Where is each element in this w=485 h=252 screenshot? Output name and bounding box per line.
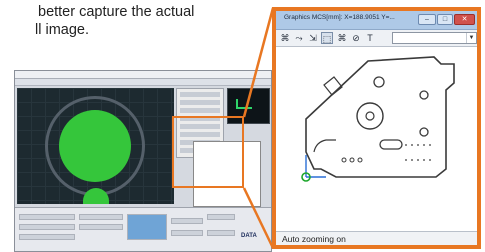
window-titlebar[interactable]: Graphics MCS[mm]: X=188.9051 Y=... – □ ✕ (276, 11, 477, 30)
part-dot-row-bottom (405, 159, 431, 161)
part-arc-left (313, 139, 336, 153)
zoom-extents-icon[interactable]: ⌘ (336, 32, 348, 44)
part-drawing (301, 56, 455, 182)
pan-icon[interactable]: ⤳ (293, 32, 305, 44)
graphics-window: Graphics MCS[mm]: X=188.9051 Y=... – □ ✕… (272, 7, 481, 249)
chevron-down-icon[interactable]: ▼ (466, 33, 476, 43)
status-text: Auto zooming on (282, 234, 346, 244)
part-small-holes (341, 157, 363, 163)
caption-line-2: ll image. (35, 22, 89, 38)
bg-menubar (15, 71, 271, 79)
zoom-callout-box (172, 116, 244, 188)
part-hole-center-inner (365, 111, 375, 121)
zoom-window-icon[interactable]: ⬚ (321, 32, 333, 44)
bg-camera-view (17, 88, 174, 204)
part-hole-top (373, 76, 385, 88)
fit-view-icon[interactable]: ⌘ (279, 32, 291, 44)
maximize-button[interactable]: □ (437, 14, 453, 25)
part-dot-row-top (405, 144, 431, 146)
bg-bottom-panel (15, 207, 271, 251)
bg-data-logo: DATA (241, 233, 257, 239)
zoom-select[interactable]: ▼ (392, 32, 477, 44)
window-title: Graphics MCS[mm]: X=188.9051 Y=... (284, 14, 395, 21)
measure-icon[interactable]: ⊘ (350, 32, 362, 44)
part-hole-right-bottom (419, 127, 429, 137)
part-slot-bottom (379, 139, 403, 150)
bg-toolbar (15, 79, 271, 86)
select-icon[interactable]: ⇲ (307, 32, 319, 44)
part-outline (305, 56, 455, 178)
status-bar: Auto zooming on (276, 231, 477, 245)
part-slot-left (323, 76, 343, 96)
graphics-canvas[interactable] (276, 47, 477, 231)
part-hole-right-top (419, 90, 429, 100)
caption-text: better capture the actual ll image. (0, 3, 280, 39)
graphics-toolbar: ⌘ ⤳ ⇲ ⬚ ⌘ ⊘ T ▼ (276, 30, 477, 47)
caption-line-1: better capture the actual (38, 4, 195, 20)
text-icon[interactable]: T (364, 32, 376, 44)
part-hole-center (356, 102, 384, 130)
minimize-button[interactable]: – (418, 14, 436, 25)
close-button[interactable]: ✕ (454, 14, 475, 25)
